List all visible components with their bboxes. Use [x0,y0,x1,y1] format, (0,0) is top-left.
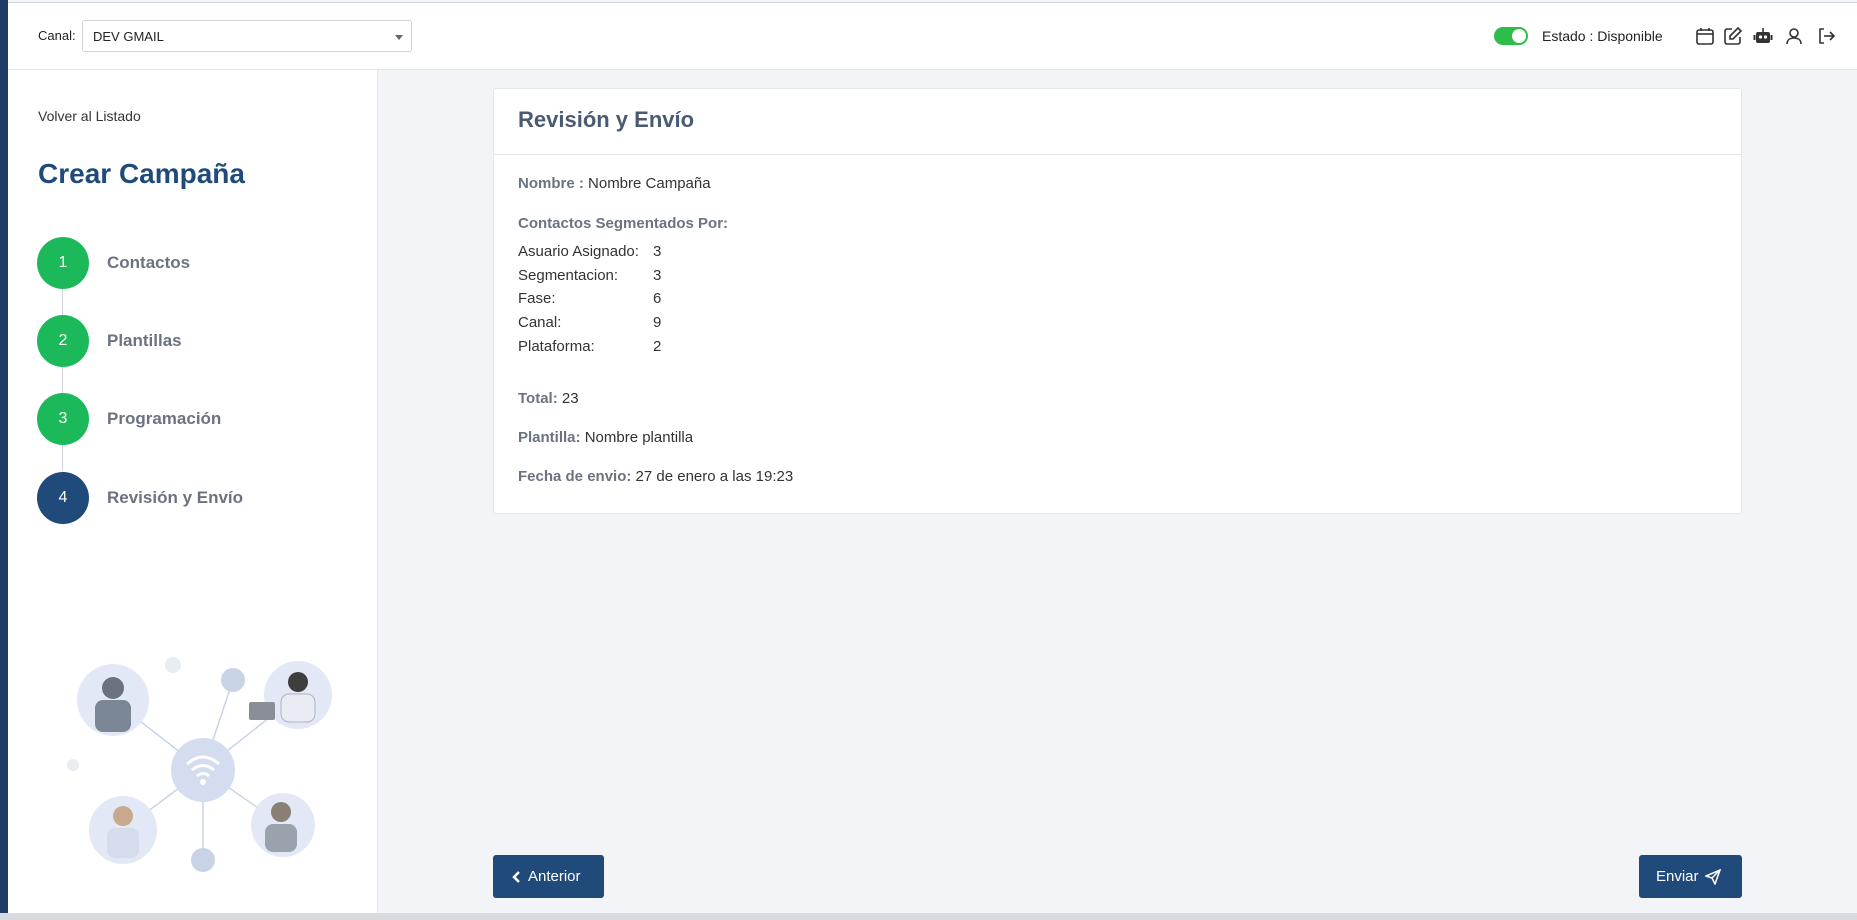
send-button[interactable]: Enviar [1639,855,1742,898]
step-number: 4 [37,472,89,524]
step-connector [62,445,63,471]
plantilla-label: Plantilla: [518,429,581,446]
previous-label: Anterior [528,868,581,885]
segment-value: 6 [653,290,662,307]
horizontal-scrollbar[interactable] [0,913,1857,920]
segment-heading: Contactos Segmentados Por: [518,215,729,232]
card-title: Revisión y Envío [518,107,695,132]
back-to-list-link[interactable]: Volver al Listado [38,108,141,124]
nombre-row: Nombre : Nombre Campaña [518,175,711,192]
user-icon[interactable] [1783,25,1805,47]
total-label: Total: [518,390,558,407]
robot-icon[interactable] [1752,25,1774,47]
page-title: Crear Campaña [38,158,245,189]
step-number: 3 [37,393,89,445]
step-programacion[interactable]: 3 Programación [37,393,337,445]
chevron-down-icon [395,35,403,40]
calendar-icon[interactable] [1694,25,1716,47]
segment-row: Fase: 6 [518,290,661,307]
segment-row: Asuario Asignado: 3 [518,243,661,260]
step-connector [62,289,63,315]
topbar: Canal: DEV GMAIL Estado : Disponible [8,2,1857,70]
step-label: Plantillas [107,331,182,350]
total-value: 23 [561,390,579,407]
segment-key: Canal: [518,314,562,331]
fecha-label: Fecha de envio: [518,468,632,485]
segment-key: Asuario Asignado: [518,243,639,260]
edit-icon[interactable] [1722,25,1744,47]
step-label: Contactos [107,253,191,272]
canal-select-value: DEV GMAIL [93,29,164,44]
previous-button[interactable]: Anterior [493,855,604,898]
fecha-value: 27 de enero a las 19:23 [635,468,794,485]
step-number: 2 [37,315,89,367]
canal-label: Canal: [38,28,76,43]
segment-key: Fase: [518,290,556,307]
status-label: Estado : Disponible [1542,28,1663,44]
segment-value: 3 [653,243,662,260]
total-row: Total: 23 [518,390,579,407]
step-label: Programación [107,409,222,428]
segment-row: Plataforma: 2 [518,338,661,355]
send-label: Enviar [1656,868,1699,885]
segment-value: 3 [653,267,662,284]
fecha-row: Fecha de envio: 27 de enero a las 19:23 [518,468,793,485]
step-revision[interactable]: 4 Revisión y Envío [37,472,337,524]
step-plantillas[interactable]: 2 Plantillas [37,315,337,367]
step-contactos[interactable]: 1 Contactos [37,237,337,289]
step-label: Revisión y Envío [107,488,244,507]
plantilla-row: Plantilla: Nombre plantilla [518,429,693,446]
segment-key: Plataforma: [518,338,595,355]
card-header: Revisión y Envío [494,89,1741,155]
segment-row: Canal: 9 [518,314,661,331]
status-toggle[interactable] [1494,27,1528,45]
logout-icon[interactable] [1815,25,1837,47]
review-card: Revisión y Envío Nombre : Nombre Campaña… [493,88,1742,514]
segment-key: Segmentacion: [518,267,619,284]
segment-row: Segmentacion: 3 [518,267,661,284]
network-illustration [67,657,332,872]
step-number: 1 [37,237,89,289]
step-connector [62,367,63,393]
canal-select[interactable]: DEV GMAIL [82,20,412,52]
sidebar: Volver al Listado Crear Campaña 1 Contac… [8,70,378,920]
left-rail [0,0,8,920]
nombre-label: Nombre : [518,175,584,192]
segment-value: 9 [653,314,662,331]
send-icon [1704,868,1721,885]
toggle-knob [1512,29,1526,43]
chevron-left-icon [512,870,520,883]
plantilla-value: Nombre plantilla [584,429,694,446]
nombre-value: Nombre Campaña [588,175,711,192]
segment-value: 2 [653,338,662,355]
